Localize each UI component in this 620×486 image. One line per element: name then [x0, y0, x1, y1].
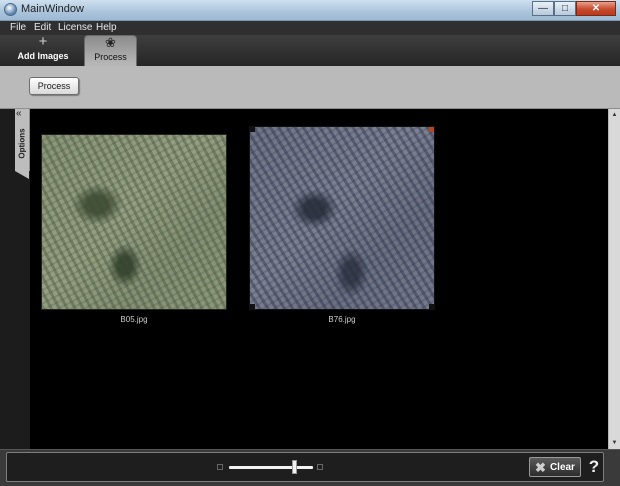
- menu-bar: File Edit License Help: [0, 21, 620, 35]
- options-panel[interactable]: « Options: [15, 109, 30, 171]
- zoom-out-icon[interactable]: [217, 464, 223, 470]
- maximize-icon[interactable]: □: [554, 1, 576, 16]
- tab-add-images-label: Add Images: [17, 51, 69, 61]
- options-panel-tip: [15, 171, 29, 179]
- window-controls: — □ ✕: [532, 1, 616, 17]
- minimize-icon[interactable]: —: [532, 1, 554, 16]
- fiducial-mark: [250, 127, 255, 132]
- process-button[interactable]: Process: [29, 77, 79, 95]
- thumbnail-image: [41, 134, 227, 310]
- fiducial-mark: [250, 304, 255, 309]
- scroll-up-icon[interactable]: ▲: [609, 109, 620, 121]
- thumbnail-caption: B05.jpg: [120, 315, 148, 324]
- window-title: MainWindow: [21, 3, 84, 15]
- fiducial-mark: [429, 127, 434, 132]
- options-label: Options: [17, 127, 27, 159]
- clear-button-label: Clear: [549, 461, 575, 473]
- flower-icon: ❀: [105, 35, 116, 50]
- image-canvas[interactable]: B05.jpg B76.jpg: [30, 109, 608, 449]
- main-area: « Options B05.jpg B76.jpg ▲ ▼: [0, 109, 620, 449]
- app-icon: [4, 3, 17, 16]
- zoom-slider-handle[interactable]: [292, 460, 298, 474]
- bottom-toolbar: ✖ Clear ?: [6, 452, 604, 482]
- plus-icon: +: [38, 33, 48, 50]
- menu-file[interactable]: File: [10, 22, 26, 33]
- collapse-chevron-icon[interactable]: «: [16, 109, 22, 119]
- bottom-bar: ✖ Clear ?: [0, 449, 620, 486]
- clear-x-icon: ✖: [535, 459, 546, 475]
- zoom-slider[interactable]: [229, 466, 313, 469]
- menu-license[interactable]: License: [58, 22, 92, 33]
- scroll-down-icon[interactable]: ▼: [609, 437, 620, 449]
- action-bar: Process: [0, 66, 620, 109]
- vertical-scrollbar[interactable]: ▲ ▼: [608, 109, 620, 449]
- clear-button[interactable]: ✖ Clear: [529, 457, 581, 477]
- tab-process-label: Process: [94, 52, 127, 62]
- title-bar: MainWindow — □ ✕: [0, 0, 620, 21]
- menu-help[interactable]: Help: [96, 22, 117, 33]
- close-icon[interactable]: ✕: [576, 1, 616, 16]
- tab-process[interactable]: ❀ Process: [84, 35, 137, 66]
- thumbnail-caption: B76.jpg: [328, 315, 356, 324]
- help-icon[interactable]: ?: [585, 455, 603, 479]
- menu-edit[interactable]: Edit: [34, 22, 51, 33]
- thumbnail-image: [249, 126, 435, 310]
- tab-add-images[interactable]: + Add Images: [10, 33, 76, 66]
- fiducial-mark: [429, 304, 434, 309]
- zoom-in-icon[interactable]: [317, 464, 323, 470]
- ribbon-toolbar: + Add Images ❀ Process: [0, 33, 620, 66]
